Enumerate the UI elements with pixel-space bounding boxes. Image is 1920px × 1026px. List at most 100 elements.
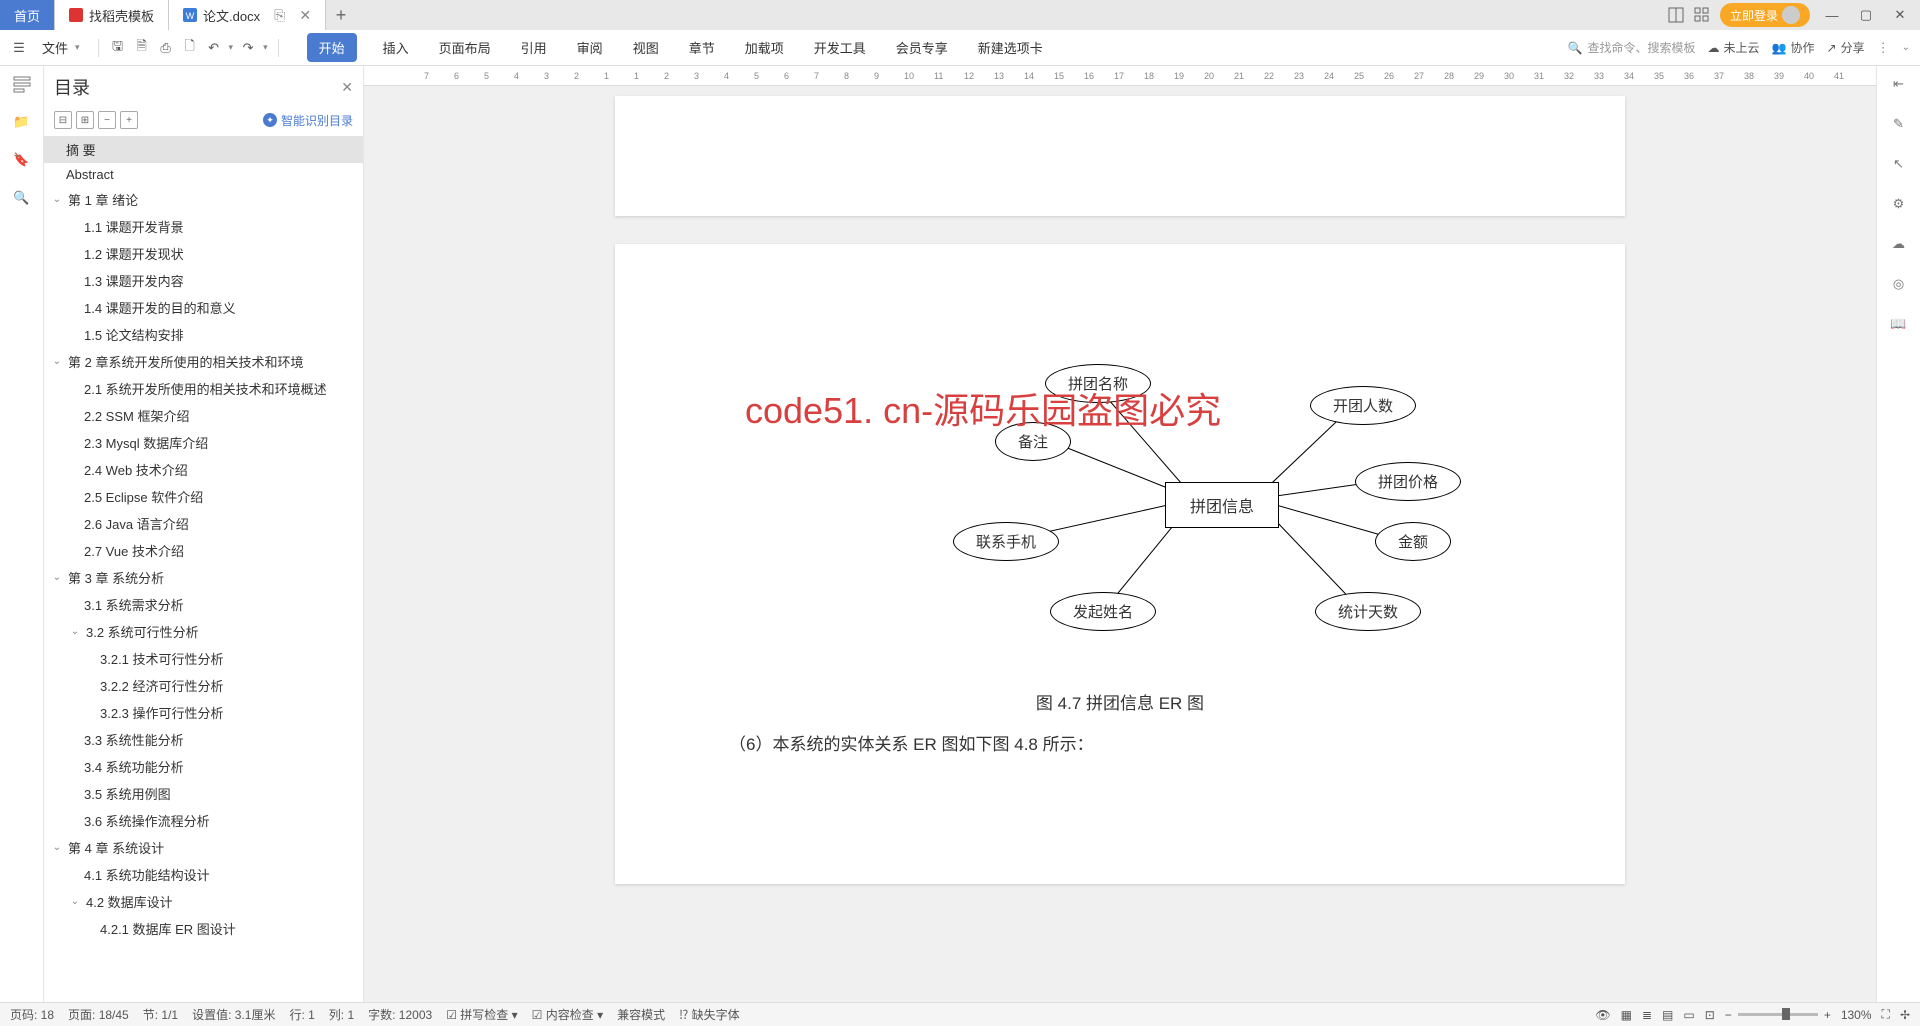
toc-item[interactable]: 2.4 Web 技术介绍 (44, 456, 363, 483)
view-mode-3-icon[interactable]: ▤ (1662, 1008, 1673, 1022)
ribbon-tab-view[interactable]: 视图 (629, 32, 663, 63)
tab-document[interactable]: W 论文.docx ⎘ ✕ (169, 0, 326, 30)
status-col[interactable]: 列: 1 (329, 1006, 354, 1023)
toc-item[interactable]: 3.2.1 技术可行性分析 (44, 645, 363, 672)
grid-icon[interactable] (1694, 7, 1710, 23)
toc-item[interactable]: 2.3 Mysql 数据库介绍 (44, 429, 363, 456)
zoom-out-icon[interactable]: − (1725, 1008, 1732, 1022)
share-button[interactable]: ↗分享 (1827, 39, 1865, 56)
toc-item[interactable]: ⌄第 3 章 系统分析 (44, 564, 363, 591)
hamburger-icon[interactable]: ☰ (10, 39, 28, 57)
status-page[interactable]: 页面: 18/45 (68, 1006, 129, 1023)
cursor-icon[interactable]: ↖ (1889, 154, 1909, 174)
toc-item[interactable]: Abstract (44, 163, 363, 186)
login-button[interactable]: 立即登录 (1720, 3, 1810, 27)
status-compat[interactable]: 兼容模式 (617, 1006, 665, 1023)
toc-item[interactable]: 3.2.2 经济可行性分析 (44, 672, 363, 699)
settings-icon[interactable]: ⚙ (1889, 194, 1909, 214)
toc-item[interactable]: 1.4 课题开发的目的和意义 (44, 294, 363, 321)
toc-item[interactable]: 3.1 系统需求分析 (44, 591, 363, 618)
tab-close-icon[interactable]: ✕ (299, 7, 311, 24)
ribbon-tab-review[interactable]: 审阅 (573, 32, 607, 63)
ribbon-tab-start[interactable]: 开始 (307, 33, 357, 62)
cloud-status[interactable]: ☁未上云 (1708, 39, 1760, 56)
search-box[interactable]: 🔍查找命令、搜索模板 (1568, 39, 1696, 56)
save-icon[interactable]: 🖫 (109, 39, 127, 57)
outline-collapse-all[interactable]: ⊟ (54, 111, 72, 129)
chevron-down-icon[interactable]: ⌄ (52, 356, 62, 367)
expand-rail-icon[interactable]: ⇤ (1889, 74, 1909, 94)
chevron-down-icon[interactable]: ⌄ (52, 194, 62, 205)
outline-icon[interactable] (12, 74, 32, 94)
ribbon-tab-insert[interactable]: 插入 (379, 32, 413, 63)
toc-item[interactable]: ⌄4.2 数据库设计 (44, 888, 363, 915)
status-setval[interactable]: 设置值: 3.1厘米 (192, 1006, 275, 1023)
view-mode-1-icon[interactable]: ▦ (1621, 1008, 1632, 1022)
status-contentcheck[interactable]: ☑ 内容检查 ▾ (532, 1006, 603, 1023)
zoom-in-icon[interactable]: + (1824, 1008, 1831, 1022)
maximize-button[interactable]: ▢ (1854, 3, 1878, 27)
tab-home[interactable]: 首页 (0, 0, 55, 30)
ribbon-tab-chapter[interactable]: 章节 (685, 32, 719, 63)
window-mode-icon[interactable]: ⎘ (274, 7, 285, 24)
status-page-no[interactable]: 页码: 18 (10, 1006, 54, 1023)
redo-icon[interactable]: ↷ (239, 39, 257, 57)
cloud-rail-icon[interactable]: ☁ (1889, 234, 1909, 254)
tab-add-button[interactable]: + (326, 0, 356, 30)
toc-item[interactable]: 3.4 系统功能分析 (44, 753, 363, 780)
status-spellcheck[interactable]: ☑ 拼写检查 ▾ (446, 1006, 517, 1023)
document-scroll[interactable]: code51. cn-源码乐园盗图必究 拼团信息 拼团名称 备注 (364, 86, 1876, 1002)
ribbon-tab-developer[interactable]: 开发工具 (810, 32, 870, 63)
bookmark-icon[interactable]: 🔖 (12, 150, 32, 170)
minimize-button[interactable]: ― (1820, 3, 1844, 27)
ribbon-tab-custom[interactable]: 新建选项卡 (974, 32, 1047, 63)
status-words[interactable]: 字数: 12003 (368, 1006, 432, 1023)
chevron-down-icon[interactable]: ⌄ (70, 896, 80, 907)
layout-icon[interactable] (1668, 7, 1684, 23)
fullscreen-icon[interactable]: ⛶ (1882, 1007, 1890, 1022)
file-menu[interactable]: 文件▾ (34, 34, 88, 61)
view-mode-4-icon[interactable]: ▭ (1683, 1008, 1694, 1022)
ribbon-tab-layout[interactable]: 页面布局 (435, 32, 495, 63)
outline-close-icon[interactable]: ✕ (341, 79, 353, 96)
zoom-thumb[interactable] (1782, 1008, 1790, 1020)
close-button[interactable]: ✕ (1888, 3, 1912, 27)
toc-item[interactable]: 3.2.3 操作可行性分析 (44, 699, 363, 726)
target-icon[interactable]: ◎ (1889, 274, 1909, 294)
chevron-down-icon[interactable]: ⌄ (70, 626, 80, 637)
chevron-down-icon[interactable]: ⌄ (52, 572, 62, 583)
chevron-down-icon[interactable]: ⌄ (52, 842, 62, 853)
status-line[interactable]: 行: 1 (289, 1006, 314, 1023)
toc-item[interactable]: 2.1 系统开发所使用的相关技术和环境概述 (44, 375, 363, 402)
toc-item[interactable]: 1.2 课题开发现状 (44, 240, 363, 267)
zoom-track[interactable] (1738, 1013, 1818, 1016)
outline-expand[interactable]: + (120, 111, 138, 129)
toc-item[interactable]: 摘 要 (44, 136, 363, 163)
save-as-icon[interactable]: 🗎 (133, 39, 151, 57)
toc-item[interactable]: 4.2.1 数据库 ER 图设计 (44, 915, 363, 942)
toc-item[interactable]: ⌄第 4 章 系统设计 (44, 834, 363, 861)
tab-templates[interactable]: 找稻壳模板 (55, 0, 169, 30)
read-icon[interactable]: 📖 (1889, 314, 1909, 334)
toc-list[interactable]: 摘 要Abstract⌄第 1 章 绪论1.1 课题开发背景1.2 课题开发现状… (44, 132, 363, 1002)
statusbar-more-icon[interactable]: ✢ (1900, 1008, 1910, 1022)
ribbon-tab-addins[interactable]: 加载项 (741, 32, 788, 63)
toc-item[interactable]: 3.6 系统操作流程分析 (44, 807, 363, 834)
toc-item[interactable]: 2.2 SSM 框架介绍 (44, 402, 363, 429)
toc-item[interactable]: 1.1 课题开发背景 (44, 213, 363, 240)
status-section[interactable]: 节: 1/1 (143, 1006, 178, 1023)
outline-collapse[interactable]: − (98, 111, 116, 129)
folder-icon[interactable]: 📁 (12, 112, 32, 132)
zoom-slider[interactable]: − + (1725, 1008, 1831, 1022)
toc-item[interactable]: 1.3 课题开发内容 (44, 267, 363, 294)
toc-item[interactable]: ⌄第 2 章系统开发所使用的相关技术和环境 (44, 348, 363, 375)
zoom-value[interactable]: 130% (1841, 1008, 1872, 1022)
toc-item[interactable]: 3.3 系统性能分析 (44, 726, 363, 753)
more-icon[interactable]: ⋮ (1877, 40, 1890, 56)
search-rail-icon[interactable]: 🔍 (12, 188, 32, 208)
zoom-fit-icon[interactable]: ⊡ (1705, 1008, 1715, 1022)
toc-item[interactable]: 2.6 Java 语言介绍 (44, 510, 363, 537)
toc-item[interactable]: 1.5 论文结构安排 (44, 321, 363, 348)
collab-button[interactable]: 👥协作 (1772, 39, 1815, 56)
toc-item[interactable]: 3.5 系统用例图 (44, 780, 363, 807)
